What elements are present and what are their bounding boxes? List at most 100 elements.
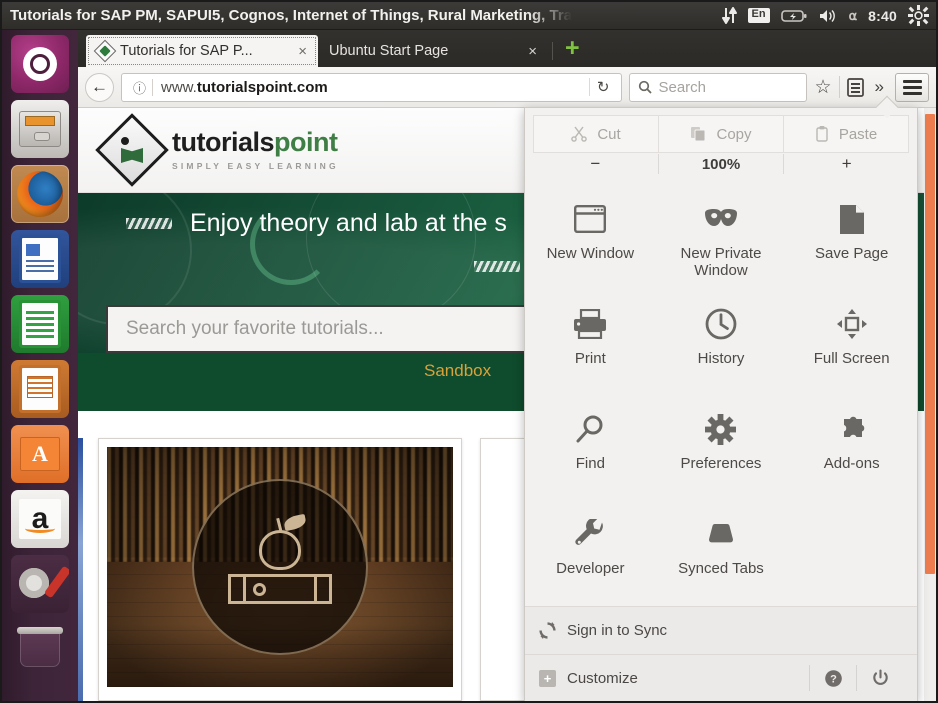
reload-icon[interactable]: ↻ bbox=[588, 78, 617, 96]
scissors-icon bbox=[571, 126, 588, 142]
page-scrollbar-thumb[interactable] bbox=[925, 114, 935, 574]
quit-icon[interactable] bbox=[857, 669, 903, 688]
launcher-item-system-settings[interactable] bbox=[11, 555, 69, 613]
overflow-chevron-icon[interactable]: » bbox=[871, 77, 888, 97]
tab-ubuntu-start-page[interactable]: Ubuntu Start Page × bbox=[318, 35, 548, 67]
hero-hatch-decoration bbox=[474, 261, 520, 272]
clipboard-row: Cut Copy Paste bbox=[533, 115, 909, 153]
tab-favicon-icon bbox=[93, 39, 117, 63]
volume-icon[interactable] bbox=[818, 8, 838, 24]
launcher-item-libreoffice-writer[interactable] bbox=[11, 230, 69, 288]
menu-item-history[interactable]: History bbox=[656, 291, 787, 396]
cut-label: Cut bbox=[597, 125, 621, 143]
launcher-item-ubuntu-dash[interactable] bbox=[11, 35, 69, 93]
menu-grid: New Window New Private Window Save Page bbox=[525, 180, 917, 606]
copy-icon bbox=[690, 126, 706, 142]
puzzle-icon bbox=[836, 412, 868, 446]
customize-row[interactable]: + Customize ? bbox=[525, 654, 917, 701]
logo-word-b: point bbox=[274, 127, 338, 157]
clock[interactable]: 8:40 bbox=[868, 8, 897, 24]
bluetooth-icon[interactable]: ⍺ bbox=[849, 8, 858, 24]
logo-wordmark: tutorialspoint bbox=[172, 129, 339, 156]
tab-close-icon[interactable]: × bbox=[526, 43, 539, 60]
paste-button[interactable]: Paste bbox=[784, 115, 909, 153]
tutorialspoint-logo[interactable]: tutorialspoint SIMPLY EASY LEARNING bbox=[95, 113, 339, 187]
zoom-in-button[interactable]: + bbox=[784, 153, 909, 175]
tab-close-icon[interactable]: × bbox=[296, 43, 309, 60]
menu-item-label: Find bbox=[575, 455, 605, 472]
writer-document-icon bbox=[22, 238, 58, 280]
menu-item-new-window[interactable]: New Window bbox=[525, 186, 656, 291]
library-card[interactable] bbox=[98, 438, 462, 701]
menu-item-label: Preferences bbox=[680, 455, 762, 472]
sync-icon bbox=[539, 622, 556, 639]
search-placeholder: Search bbox=[658, 78, 707, 96]
menu-item-find[interactable]: Find bbox=[525, 396, 656, 501]
menu-item-add-ons[interactable]: Add-ons bbox=[786, 396, 917, 501]
menu-item-label: New Private Window bbox=[680, 245, 762, 280]
toolbar-divider bbox=[838, 76, 840, 98]
menu-item-label: New Window bbox=[546, 245, 635, 262]
bookmark-star-icon[interactable]: ☆ bbox=[814, 76, 831, 99]
customize-label: Customize bbox=[567, 669, 638, 687]
launcher-item-trash[interactable] bbox=[11, 620, 69, 678]
apple-book-badge-icon bbox=[192, 479, 368, 655]
url-text: www.tutorialspoint.com bbox=[153, 79, 589, 96]
launcher-item-firefox[interactable] bbox=[11, 165, 69, 223]
search-bar[interactable]: Search bbox=[629, 72, 808, 102]
logo-tagline: SIMPLY EASY LEARNING bbox=[172, 161, 339, 171]
clipboard-icon bbox=[815, 126, 829, 142]
unity-launcher bbox=[2, 30, 78, 701]
files-cabinet-icon bbox=[19, 111, 61, 147]
menu-item-save-page[interactable]: Save Page bbox=[786, 186, 917, 291]
fullscreen-icon bbox=[836, 307, 867, 341]
hamburger-menu-button[interactable] bbox=[895, 72, 929, 102]
cut-button[interactable]: Cut bbox=[533, 115, 659, 153]
firefox-window: Tutorials for SAP P... × Ubuntu Start Pa… bbox=[78, 30, 936, 701]
gear-icon[interactable] bbox=[908, 5, 929, 26]
library-image bbox=[107, 447, 453, 687]
help-icon[interactable]: ? bbox=[810, 669, 856, 688]
strip-label: Sandbox bbox=[424, 361, 492, 380]
logo-word-a: tutorials bbox=[172, 127, 275, 157]
indicator-area: En ⍺ 8:40 bbox=[721, 5, 936, 26]
zoom-level[interactable]: 100% bbox=[659, 153, 784, 175]
page-scrollbar[interactable] bbox=[924, 108, 936, 701]
menu-item-synced-tabs[interactable]: Synced Tabs bbox=[656, 501, 787, 606]
url-bar[interactable]: ⓘ www.tutorialspoint.com ↻ bbox=[121, 72, 623, 102]
magnifier-icon bbox=[575, 412, 605, 446]
tab-label: Tutorials for SAP P... bbox=[120, 43, 253, 59]
keyboard-layout-indicator[interactable]: En bbox=[747, 8, 770, 23]
window-title: Tutorials for SAP PM, SAPUI5, Cognos, In… bbox=[10, 7, 573, 24]
book-icon bbox=[228, 574, 332, 604]
trash-icon bbox=[17, 627, 63, 667]
launcher-item-libreoffice-impress[interactable] bbox=[11, 360, 69, 418]
site-identity-icon[interactable]: ⓘ bbox=[127, 78, 152, 97]
back-button[interactable]: ← bbox=[85, 72, 114, 102]
launcher-item-ubuntu-software[interactable] bbox=[11, 425, 69, 483]
launcher-item-amazon[interactable] bbox=[11, 490, 69, 548]
sign-in-to-sync-row[interactable]: Sign in to Sync bbox=[525, 607, 917, 654]
launcher-item-libreoffice-calc[interactable] bbox=[11, 295, 69, 353]
zoom-out-button[interactable]: − bbox=[533, 153, 658, 175]
printer-icon bbox=[573, 307, 607, 341]
synced-tabs-icon bbox=[704, 517, 738, 551]
ubuntu-logo-icon bbox=[23, 47, 57, 81]
battery-icon[interactable] bbox=[780, 9, 807, 23]
library-icon[interactable] bbox=[846, 77, 864, 97]
amazon-icon bbox=[19, 499, 61, 539]
tab-tutorialspoint[interactable]: Tutorials for SAP P... × bbox=[86, 35, 318, 67]
menu-item-developer[interactable]: Developer bbox=[525, 501, 656, 606]
menu-item-print[interactable]: Print bbox=[525, 291, 656, 396]
sign-in-label: Sign in to Sync bbox=[567, 622, 668, 639]
launcher-item-files[interactable] bbox=[11, 100, 69, 158]
menu-item-label: Save Page bbox=[814, 245, 889, 262]
menu-item-full-screen[interactable]: Full Screen bbox=[786, 291, 917, 396]
copy-label: Copy bbox=[716, 125, 752, 143]
new-tab-button[interactable]: + bbox=[557, 36, 588, 67]
sync-arrows-icon[interactable] bbox=[721, 7, 737, 24]
menu-item-preferences[interactable]: Preferences bbox=[656, 396, 787, 501]
copy-button[interactable]: Copy bbox=[659, 115, 784, 153]
calc-spreadsheet-icon bbox=[22, 303, 58, 345]
menu-item-new-private-window[interactable]: New Private Window bbox=[656, 186, 787, 291]
